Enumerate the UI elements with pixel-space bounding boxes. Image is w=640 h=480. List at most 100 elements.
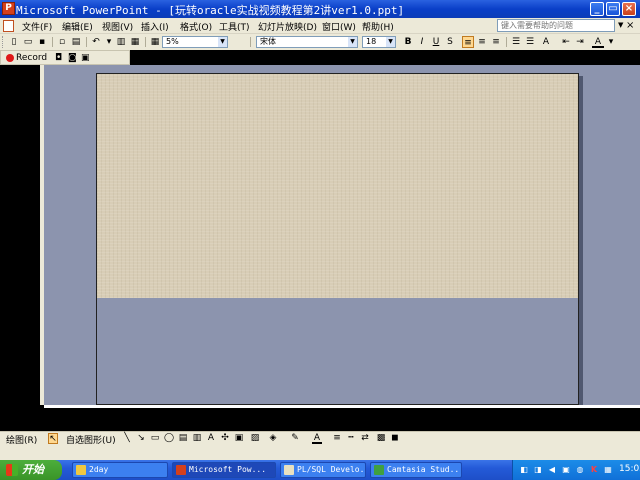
line-color-icon[interactable]: ✎ xyxy=(290,433,300,444)
security-icon[interactable]: ◨ xyxy=(533,465,543,475)
shadow-button[interactable]: S xyxy=(444,36,456,48)
close-button[interactable]: × xyxy=(622,2,636,16)
grid-icon[interactable]: ▦ xyxy=(149,36,161,48)
slide-background-texture xyxy=(97,74,578,298)
menu-edit[interactable]: 编辑(E) xyxy=(62,20,93,33)
camtasia-record-toolbar: Record ◘ ◙ ▣ xyxy=(0,50,130,65)
select-objects-icon[interactable]: ↖ xyxy=(48,433,58,444)
open-folder-icon[interactable]: ▭ xyxy=(22,36,34,48)
toolbar-separator xyxy=(145,37,146,47)
arrow-icon[interactable]: ↘ xyxy=(136,433,146,444)
folder-icon xyxy=(76,465,86,475)
clipart-icon[interactable]: ▣ xyxy=(234,433,244,444)
task-label: Microsoft Pow... xyxy=(189,465,267,474)
bullets-icon[interactable]: ☰ xyxy=(524,36,536,48)
input-method-icon[interactable]: ▦ xyxy=(603,465,613,475)
chevron-down-icon[interactable]: ▼ xyxy=(348,37,357,47)
paste-icon[interactable]: ▤ xyxy=(70,36,82,48)
decrease-indent-icon[interactable]: ⇤ xyxy=(560,36,572,48)
font-color-button[interactable]: A xyxy=(592,36,604,48)
window-title: Microsoft PowerPoint - [玩转oracle实战视频教程第2… xyxy=(16,4,405,17)
plsql-icon xyxy=(284,465,294,475)
task-label: 2day xyxy=(89,465,109,474)
menu-help[interactable]: 帮助(H) xyxy=(362,20,394,33)
menu-format[interactable]: 格式(O) xyxy=(180,20,212,33)
picture-icon[interactable]: ▨ xyxy=(250,433,260,444)
copy-icon[interactable]: ▫ xyxy=(56,36,68,48)
app-tray-icon[interactable]: K xyxy=(589,465,599,475)
antivirus-icon[interactable]: ◍ xyxy=(575,465,585,475)
standard-toolbar: ▯ ▭ ▪ ▫ ▤ ↶ ▾ ▥ ▦ ▦ 5% ▼ 宋体 ▼ 18 ▼ B I U… xyxy=(0,34,640,50)
font-size-combo[interactable]: 18 ▼ xyxy=(362,36,396,48)
italic-button[interactable]: I xyxy=(416,36,428,48)
new-file-icon[interactable]: ▯ xyxy=(8,36,20,48)
font-combo[interactable]: 宋体 ▼ xyxy=(256,36,358,48)
font-color-icon[interactable]: A xyxy=(312,433,322,444)
insert-chart-icon[interactable]: ▥ xyxy=(115,36,127,48)
camera-icon[interactable]: ◘ xyxy=(55,53,65,63)
numbering-icon[interactable]: ☰ xyxy=(510,36,522,48)
3d-style-icon[interactable]: ◼ xyxy=(390,433,400,444)
maximize-button[interactable]: ▭ xyxy=(606,2,620,16)
taskbar-item-2day[interactable]: 2day xyxy=(72,462,168,478)
line-icon[interactable]: ╲ xyxy=(122,433,132,444)
volume-icon[interactable]: ◀ xyxy=(547,465,557,475)
slide-shadow xyxy=(579,76,583,405)
menu-bar: 文件(F) 编辑(E) 视图(V) 插入(I) 格式(O) 工具(T) 幻灯片放… xyxy=(0,18,640,34)
display-icon[interactable]: ▣ xyxy=(561,465,571,475)
line-style-icon[interactable]: ≡ xyxy=(332,433,342,444)
shadow-style-icon[interactable]: ▩ xyxy=(376,433,386,444)
underline-button[interactable]: U xyxy=(430,36,442,48)
menu-tools[interactable]: 工具(T) xyxy=(219,20,250,33)
increase-font-icon[interactable]: A xyxy=(540,36,552,48)
chevron-down-icon[interactable]: ▾ xyxy=(605,36,617,48)
clock[interactable]: 15:02 xyxy=(619,464,640,474)
document-icon[interactable] xyxy=(3,20,14,32)
network-icon[interactable]: ◧ xyxy=(519,465,529,475)
chevron-down-icon[interactable]: ▼ xyxy=(618,21,623,29)
chevron-down-icon[interactable]: ▼ xyxy=(386,37,395,47)
help-search-input[interactable] xyxy=(497,19,615,32)
rectangle-icon[interactable]: ▭ xyxy=(150,433,160,444)
start-button[interactable]: 开始 xyxy=(0,460,62,480)
toolbar-grip[interactable] xyxy=(2,36,5,48)
wordart-icon[interactable]: A xyxy=(206,433,216,444)
increase-indent-icon[interactable]: ⇥ xyxy=(574,36,586,48)
record-button[interactable]: Record xyxy=(16,53,47,63)
taskbar-item-powerpoint[interactable]: Microsoft Pow... xyxy=(172,462,276,478)
align-right-icon[interactable]: ≡ xyxy=(490,36,502,48)
notes-pane-left xyxy=(0,405,44,431)
align-left-icon[interactable]: ≡ xyxy=(462,36,474,48)
bold-button[interactable]: B xyxy=(402,36,414,48)
insert-table-icon[interactable]: ▦ xyxy=(129,36,141,48)
fill-color-icon[interactable]: ◈ xyxy=(268,433,278,444)
menu-view[interactable]: 视图(V) xyxy=(102,20,133,33)
oval-icon[interactable]: ◯ xyxy=(164,433,174,444)
notes-pane[interactable] xyxy=(44,405,640,429)
undo-icon[interactable]: ↶ xyxy=(90,36,102,48)
toolbar-separator xyxy=(250,37,251,47)
menu-window[interactable]: 窗口(W) xyxy=(322,20,356,33)
menu-slideshow[interactable]: 幻灯片放映(D) xyxy=(258,20,317,33)
undo-dropdown-icon[interactable]: ▾ xyxy=(103,36,115,48)
menu-insert[interactable]: 插入(I) xyxy=(141,20,169,33)
arrow-style-icon[interactable]: ⇄ xyxy=(360,433,370,444)
save-icon[interactable]: ▪ xyxy=(36,36,48,48)
settings-icon[interactable]: ▣ xyxy=(81,53,91,63)
diagram-icon[interactable]: ✣ xyxy=(220,433,230,444)
document-close-button[interactable]: × xyxy=(626,20,634,31)
minimize-button[interactable]: _ xyxy=(590,2,604,16)
zoom-combo[interactable]: 5% ▼ xyxy=(162,36,228,48)
align-center-icon[interactable]: ≡ xyxy=(476,36,488,48)
dash-style-icon[interactable]: ┅ xyxy=(346,433,356,444)
chevron-down-icon[interactable]: ▼ xyxy=(218,37,227,47)
taskbar-item-camtasia[interactable]: Camtasia Stud... xyxy=(370,462,462,478)
record-icon[interactable] xyxy=(6,54,14,62)
taskbar-item-plsql[interactable]: PL/SQL Develo... xyxy=(280,462,366,478)
audio-icon[interactable]: ◙ xyxy=(68,53,78,63)
powerpoint-app-icon[interactable]: P xyxy=(2,2,15,15)
menu-file[interactable]: 文件(F) xyxy=(22,20,52,33)
textbox-icon[interactable]: ▤ xyxy=(178,433,188,444)
slide-canvas[interactable] xyxy=(96,73,579,405)
vertical-textbox-icon[interactable]: ▥ xyxy=(192,433,202,444)
